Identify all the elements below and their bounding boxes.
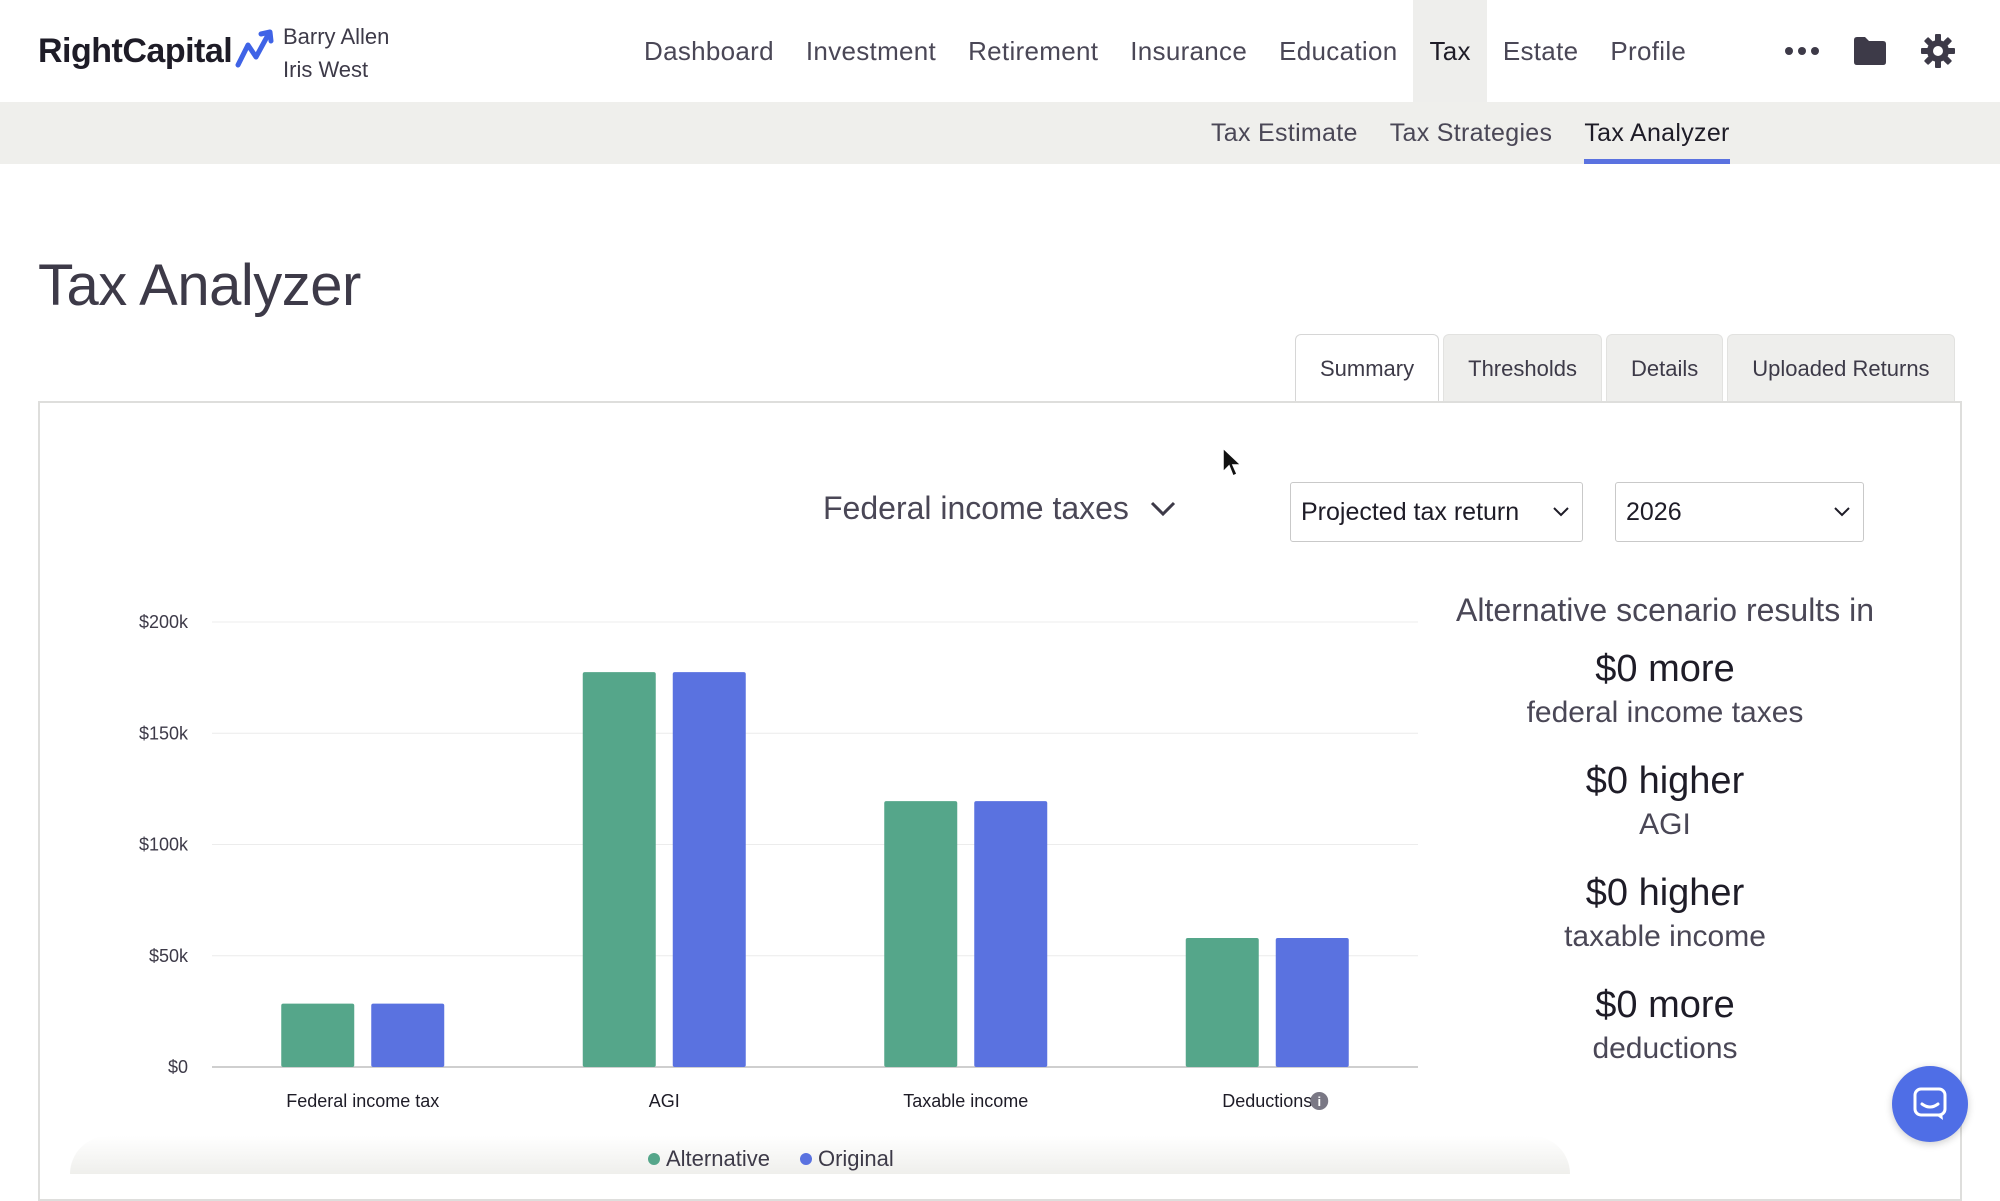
metric-label: Federal income taxes: [823, 490, 1129, 526]
mouse-cursor: [1222, 446, 1243, 478]
subnav-tax-analyzer[interactable]: Tax Analyzer: [1584, 102, 1731, 164]
y-tick-label: $0: [168, 1057, 188, 1077]
y-tick-label: $200k: [139, 612, 189, 632]
summary-label: AGI: [1639, 808, 1691, 841]
legend-dot: [799, 1153, 812, 1165]
y-tick-label: $50k: [149, 946, 189, 966]
chat-button[interactable]: [1892, 1066, 1968, 1142]
chart-legend: Alternative Original: [648, 1146, 894, 1172]
client-names[interactable]: Barry Allen Iris West: [283, 20, 389, 86]
summary-item: $0 higher AGI: [1425, 757, 1905, 845]
tax-bar-chart: $0 $50k $100k $150k $200k Federal income tax A…: [139, 612, 1418, 1111]
x-tick-label: AGI: [649, 1091, 680, 1111]
legend-label: Original: [817, 1146, 894, 1171]
view-tabs: Summary Thresholds Details Uploaded Retu…: [1295, 334, 1955, 403]
sub-nav: Tax Estimate Tax Strategies Tax Analyzer: [0, 102, 2000, 164]
summary-item: $0 more federal income taxes: [1425, 645, 1905, 733]
summary-value: $0 higher: [1585, 872, 1745, 914]
info-icon-glyph: i: [1317, 1094, 1321, 1109]
more-icon[interactable]: [1780, 29, 1824, 73]
summary-heading: Alternative scenario results in: [1456, 592, 1874, 628]
year-value: 2026: [1626, 497, 1682, 526]
summary-value: $0 higher: [1585, 760, 1745, 802]
bar-original: [672, 672, 746, 1067]
bar-alternative: [1185, 937, 1259, 1067]
nav-tax[interactable]: Tax: [1413, 0, 1487, 102]
year-select[interactable]: 2026: [1615, 482, 1864, 542]
folder-icon[interactable]: [1848, 29, 1892, 73]
nav-dashboard[interactable]: Dashboard: [628, 0, 790, 102]
legend-label: Alternative: [666, 1146, 770, 1171]
gear-icon[interactable]: [1916, 29, 1960, 73]
nav-profile[interactable]: Profile: [1594, 0, 1702, 102]
nav-retirement[interactable]: Retirement: [952, 0, 1114, 102]
metric-dropdown[interactable]: Federal income taxes: [823, 490, 1177, 527]
bar-alternative: [582, 672, 656, 1067]
bar-alternative: [281, 1003, 355, 1067]
scenario-summary: Alternative scenario results in $0 more …: [1425, 592, 1905, 1093]
tab-summary[interactable]: Summary: [1295, 334, 1440, 403]
y-tick-label: $100k: [139, 835, 189, 855]
tab-details[interactable]: Details: [1605, 334, 1724, 402]
bar-original: [371, 1003, 445, 1067]
y-tick-label: $150k: [139, 723, 189, 743]
chevron-down-icon: [1553, 507, 1569, 517]
chat-icon: [1913, 1087, 1947, 1120]
x-tick-label: Deductions: [1222, 1091, 1312, 1111]
return-type-select[interactable]: Projected tax return: [1290, 482, 1583, 542]
logo-arrow-icon: [235, 29, 274, 68]
tab-thresholds[interactable]: Thresholds: [1443, 334, 1602, 402]
header-icons: [1780, 0, 1960, 102]
summary-label: federal income taxes: [1526, 696, 1804, 729]
summary-value: $0 more: [1595, 984, 1735, 1026]
summary-label: deductions: [1592, 1032, 1738, 1065]
client-name: Barry Allen: [283, 24, 390, 49]
legend-item-alternative[interactable]: Alternative: [648, 1146, 770, 1172]
summary-item: $0 higher taxable income: [1425, 869, 1905, 957]
subnav-tax-estimate[interactable]: Tax Estimate: [1211, 102, 1358, 164]
chevron-down-icon: [1834, 507, 1850, 517]
nav-investment[interactable]: Investment: [790, 0, 952, 102]
nav-education[interactable]: Education: [1263, 0, 1413, 102]
logo-text: RightCapital: [38, 31, 233, 70]
return-type-value: Projected tax return: [1301, 497, 1520, 526]
bar-original: [1275, 937, 1349, 1067]
legend-item-original[interactable]: Original: [799, 1146, 894, 1172]
top-bar: RightCapital Barry Allen Iris West Dashb…: [0, 0, 2000, 102]
client-name: Iris West: [283, 57, 369, 82]
rightcapital-logo[interactable]: RightCapital: [38, 26, 278, 76]
chevron-down-icon: [1150, 501, 1175, 516]
main-nav: Dashboard Investment Retirement Insuranc…: [628, 0, 1702, 102]
page-title: Tax Analyzer: [38, 253, 361, 318]
summary-label: taxable income: [1564, 920, 1766, 953]
x-tick-label: Federal income tax: [286, 1091, 439, 1111]
nav-estate[interactable]: Estate: [1487, 0, 1595, 102]
summary-value: $0 more: [1595, 648, 1735, 690]
nav-insurance[interactable]: Insurance: [1114, 0, 1263, 102]
summary-item: $0 more deductions: [1425, 981, 1905, 1069]
tab-uploaded-returns[interactable]: Uploaded Returns: [1727, 334, 1955, 402]
x-tick-label: Taxable income: [903, 1091, 1028, 1111]
legend-dot: [648, 1153, 660, 1165]
subnav-tax-strategies[interactable]: Tax Strategies: [1390, 102, 1553, 164]
bar-alternative: [884, 801, 958, 1067]
bar-original: [974, 801, 1048, 1067]
